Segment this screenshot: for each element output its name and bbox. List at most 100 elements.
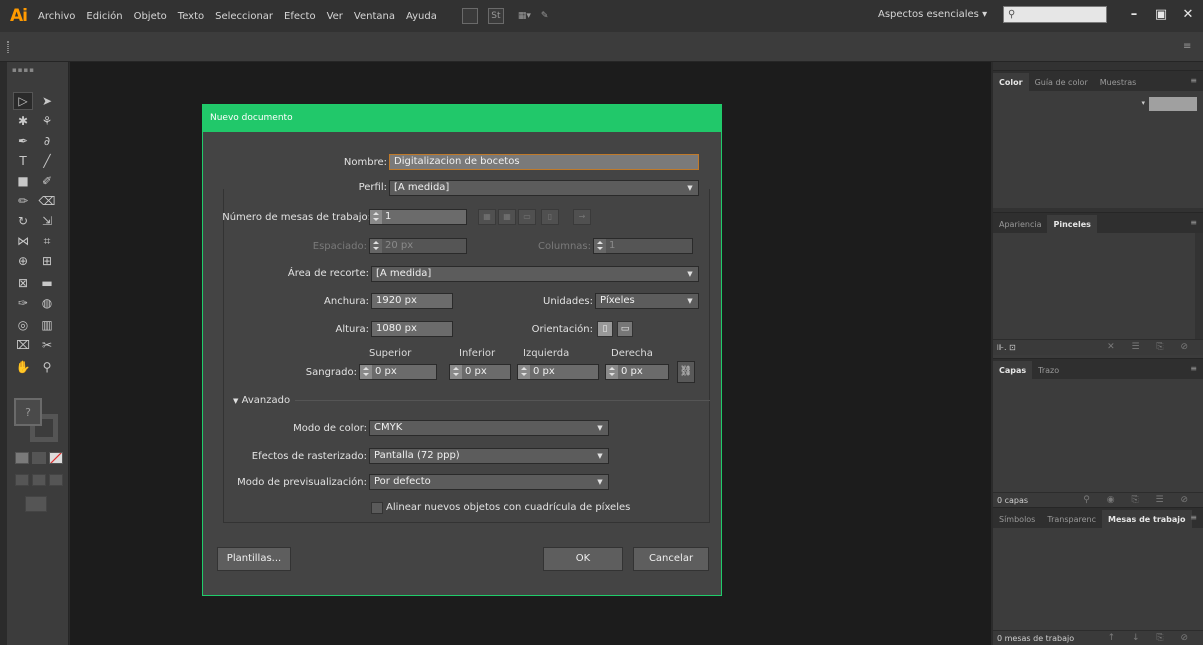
curvature-tool-icon[interactable]: ∂ — [37, 132, 57, 150]
panel-menu-icon[interactable]: ≡ — [1190, 513, 1197, 522]
tab-symbols[interactable]: Símbolos — [993, 515, 1041, 528]
none-button[interactable] — [49, 452, 63, 464]
spacing-input[interactable]: 20 px — [369, 238, 467, 254]
workspace-switcher[interactable]: Aspectos esenciales ▾ — [878, 9, 987, 20]
maximize-button[interactable]: ▣ — [1148, 4, 1174, 26]
menu-ver[interactable]: Ver — [327, 11, 343, 22]
fill-stroke-swatches[interactable]: ? — [14, 398, 62, 446]
rectangle-tool-icon[interactable]: ■ — [13, 172, 33, 190]
stepper-icon[interactable] — [594, 239, 606, 253]
gradient-button[interactable] — [32, 452, 46, 464]
preview-mode-select[interactable]: Por defecto ▼ — [369, 474, 609, 490]
tab-artboards[interactable]: Mesas de trabajo — [1101, 510, 1192, 528]
arrange-documents-icon[interactable]: ▦▾ — [518, 8, 531, 24]
screen-mode-button[interactable] — [25, 496, 47, 512]
paintbrush-tool-icon[interactable]: ✐ — [37, 172, 57, 190]
pencil-tool-icon[interactable]: ✏ — [13, 192, 33, 210]
selection-tool-icon[interactable]: ▷ — [13, 92, 33, 110]
menu-ventana[interactable]: Ventana — [354, 11, 395, 22]
help-search-input[interactable]: ⚲ — [1003, 6, 1107, 23]
perspective-grid-tool-icon[interactable]: ⊞ — [37, 252, 57, 270]
grid-by-column-icon[interactable]: ▦ — [498, 209, 516, 225]
tab-color[interactable]: Color — [993, 73, 1029, 91]
shape-builder-tool-icon[interactable]: ⊕ — [13, 252, 33, 270]
artboard-tool-icon[interactable]: ⌧ — [13, 336, 33, 354]
menu-ayuda[interactable]: Ayuda — [406, 11, 437, 22]
control-bar-grip[interactable] — [7, 41, 9, 53]
type-tool-icon[interactable]: T — [13, 152, 33, 170]
stepper-icon[interactable] — [370, 239, 382, 253]
tab-transparency[interactable]: Transparenc — [1041, 515, 1102, 528]
scrollbar[interactable] — [1195, 233, 1203, 339]
color-value-field[interactable] — [1149, 97, 1197, 111]
panel-menu-icon[interactable]: ≡ — [1190, 76, 1197, 85]
tab-appearance[interactable]: Apariencia — [993, 220, 1047, 233]
panel-menu-icon[interactable]: ≡ — [1190, 364, 1197, 373]
bleed-left-input[interactable]: 0 px — [517, 364, 599, 380]
panel-menu-icon[interactable]: ≡ — [1190, 218, 1197, 227]
scale-tool-icon[interactable]: ⇲ — [37, 212, 57, 230]
grid-by-row-icon[interactable]: ▦ — [478, 209, 496, 225]
lasso-tool-icon[interactable]: ⚘ — [37, 112, 57, 130]
color-button[interactable] — [15, 452, 29, 464]
profile-select[interactable]: [A medida] ▼ — [389, 180, 699, 196]
tools-grip[interactable]: ▪▪▪▪ — [12, 66, 35, 74]
stepper-icon[interactable] — [370, 210, 382, 224]
document-name-input[interactable]: Digitalizacion de bocetos — [389, 154, 699, 170]
raster-effects-select[interactable]: Pantalla (72 ppp) ▼ — [369, 448, 609, 464]
eraser-tool-icon[interactable]: ⌫ — [37, 192, 57, 210]
arrange-by-row-icon[interactable]: ▭ — [518, 209, 536, 225]
blend-tool-icon[interactable]: ◍ — [37, 294, 57, 312]
brush-library-icon[interactable]: ⊪. ⊡ — [997, 343, 1016, 352]
hand-tool-icon[interactable]: ✋ — [13, 358, 33, 376]
ok-button[interactable]: OK — [543, 547, 623, 571]
mesh-tool-icon[interactable]: ⊠ — [13, 274, 33, 292]
draw-inside-button[interactable] — [49, 474, 63, 486]
rotate-tool-icon[interactable]: ↻ — [13, 212, 33, 230]
menu-seleccionar[interactable]: Seleccionar — [215, 11, 273, 22]
column-graph-tool-icon[interactable]: ▥ — [37, 316, 57, 334]
artboards-count-input[interactable]: 1 — [369, 209, 467, 225]
bleed-bottom-input[interactable]: 0 px — [449, 364, 511, 380]
stepper-icon[interactable] — [606, 365, 618, 379]
line-tool-icon[interactable]: ╱ — [37, 152, 57, 170]
stepper-icon[interactable] — [518, 365, 530, 379]
fill-swatch[interactable]: ? — [14, 398, 42, 426]
direct-selection-tool-icon[interactable]: ➤ — [37, 92, 57, 110]
draw-normal-button[interactable] — [15, 474, 29, 486]
eyedropper-tool-icon[interactable]: ✑ — [13, 294, 33, 312]
tab-stroke[interactable]: Trazo — [1032, 366, 1065, 379]
gradient-tool-icon[interactable]: ▬ — [37, 274, 57, 292]
menu-objeto[interactable]: Objeto — [134, 11, 167, 22]
width-tool-icon[interactable]: ⋈ — [13, 232, 33, 250]
advanced-toggle[interactable]: ▼ Avanzado — [233, 395, 290, 406]
bridge-icon[interactable] — [461, 8, 478, 24]
cancel-button[interactable]: Cancelar — [633, 547, 709, 571]
menu-edicion[interactable]: Edición — [86, 11, 122, 22]
landscape-orientation-icon[interactable]: ▭ — [617, 321, 633, 337]
stepper-icon[interactable] — [360, 365, 372, 379]
menu-efecto[interactable]: Efecto — [284, 11, 316, 22]
bleed-right-input[interactable]: 0 px — [605, 364, 669, 380]
color-mode-select[interactable]: CMYK ▼ — [369, 420, 609, 436]
arrange-by-column-icon[interactable]: ▯ — [541, 209, 559, 225]
draw-behind-button[interactable] — [32, 474, 46, 486]
panel-menu-icon[interactable]: ≡ — [1183, 41, 1191, 52]
magic-wand-tool-icon[interactable]: ✱ — [13, 112, 33, 130]
portrait-orientation-icon[interactable]: ▯ — [597, 321, 613, 337]
bleed-top-input[interactable]: 0 px — [359, 364, 437, 380]
crop-area-select[interactable]: [A medida] ▼ — [371, 266, 699, 282]
stock-icon[interactable]: St — [487, 8, 504, 24]
stepper-icon[interactable] — [450, 365, 462, 379]
free-transform-tool-icon[interactable]: ⌗ — [37, 232, 57, 250]
height-input[interactable]: 1080 px — [371, 321, 453, 337]
menu-texto[interactable]: Texto — [178, 11, 204, 22]
align-pixel-grid-checkbox[interactable] — [371, 502, 383, 514]
templates-button[interactable]: Plantillas... — [217, 547, 291, 571]
width-input[interactable]: 1920 px — [371, 293, 453, 309]
slice-tool-icon[interactable]: ✂ — [37, 336, 57, 354]
tab-brushes[interactable]: Pinceles — [1047, 215, 1097, 233]
gpu-performance-icon[interactable]: ✎ — [541, 8, 549, 24]
right-to-left-icon[interactable]: → — [573, 209, 591, 225]
units-select[interactable]: Píxeles ▼ — [595, 293, 699, 309]
